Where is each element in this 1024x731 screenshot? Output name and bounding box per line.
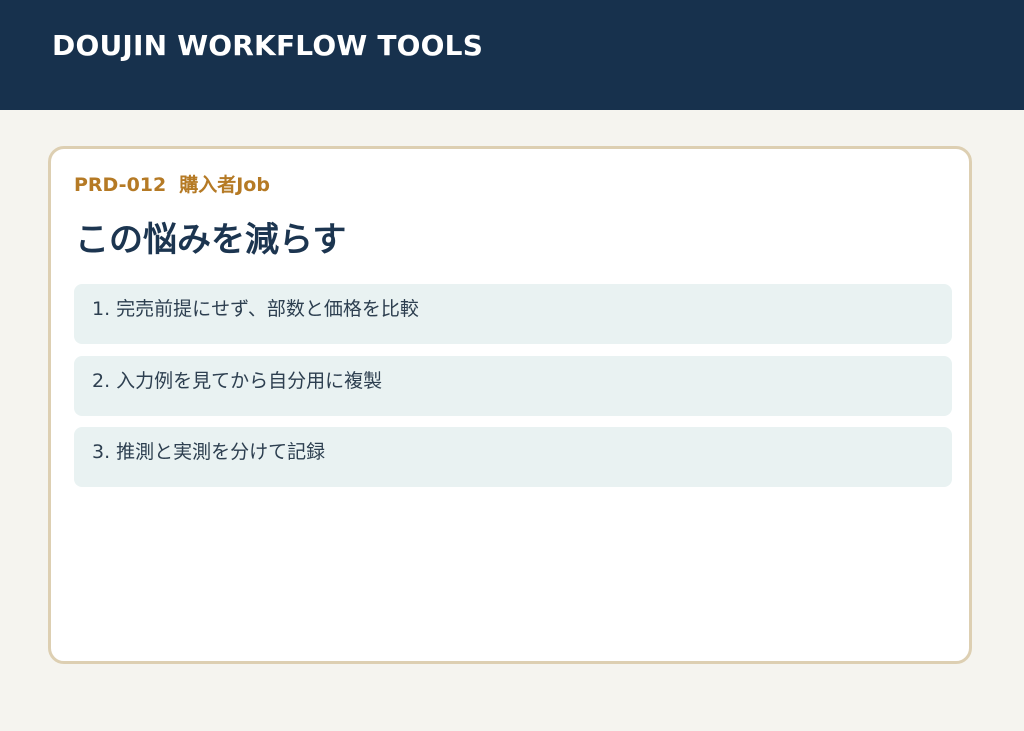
top-header: DOUJIN WORKFLOW TOOLS <box>0 0 1024 110</box>
list-item-2: 2. 入力例を見てから自分用に複製 <box>74 356 952 416</box>
job-card: PRD-012 購入者Job この悩みを減らす 1. 完売前提にせず、部数と価格… <box>48 146 972 664</box>
persona-label: 購入者Job <box>179 174 270 196</box>
list-item-label: 1. 完売前提にせず、部数と価格を比較 <box>92 298 419 320</box>
list-item-label: 2. 入力例を見てから自分用に複製 <box>92 370 383 392</box>
brand-title: DOUJIN WORKFLOW TOOLS <box>52 29 484 62</box>
list-item-3: 3. 推測と実測を分けて記録 <box>74 427 952 487</box>
card-eyebrow: PRD-012 購入者Job <box>74 172 270 198</box>
list-item-1: 1. 完売前提にせず、部数と価格を比較 <box>74 284 952 344</box>
card-title: この悩みを減らす <box>75 220 347 260</box>
product-code: PRD-012 <box>74 174 167 196</box>
list-item-label: 3. 推測と実測を分けて記録 <box>92 441 326 463</box>
